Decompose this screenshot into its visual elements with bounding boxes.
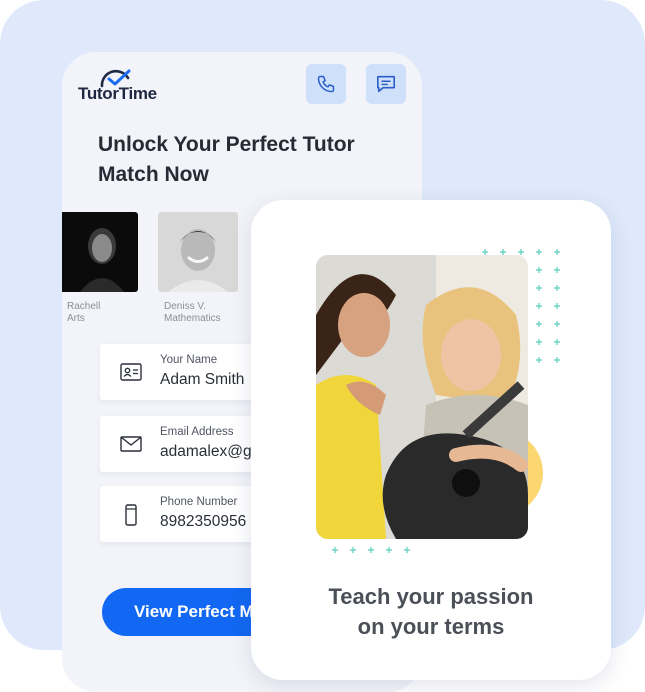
email-label: Email Address — [160, 426, 234, 438]
name-label: Your Name — [160, 354, 218, 366]
name-value[interactable]: Adam Smith — [160, 371, 244, 389]
call-button[interactable] — [306, 64, 346, 104]
plus-dots-decoration — [332, 547, 410, 553]
tutor-avatar — [158, 212, 238, 292]
tutor-subject: Mathematics — [164, 313, 221, 324]
mobile-icon — [125, 504, 137, 526]
email-value[interactable]: adamalex@gm — [160, 443, 264, 461]
teacher-student-photo — [316, 255, 528, 539]
logo[interactable]: TutorTime — [78, 68, 168, 104]
tutor-avatar — [62, 212, 138, 292]
tutor-card[interactable]: Rachell Arts — [62, 212, 138, 325]
tagline-line-2: on your terms — [357, 614, 505, 639]
envelope-icon — [120, 436, 142, 452]
tutor-subject: Arts — [67, 313, 85, 324]
promo-card: Teach your passion on your terms — [251, 200, 611, 680]
tutor-name: Rachell — [67, 301, 101, 312]
tagline: Teach your passion on your terms — [251, 582, 611, 642]
chat-button[interactable] — [366, 64, 406, 104]
phone-icon — [317, 75, 335, 93]
logo-text: TutorTime — [78, 84, 157, 103]
chat-icon — [377, 75, 395, 93]
tutor-name: Deniss V. — [164, 301, 206, 312]
id-card-icon — [120, 363, 142, 381]
page-title: Unlock Your Perfect Tutor Match Now — [98, 133, 355, 186]
tutor-card[interactable]: Deniss V. Mathematics — [158, 212, 238, 325]
phone-label: Phone Number — [160, 496, 238, 508]
phone-value[interactable]: 8982350956 — [160, 513, 246, 531]
tagline-line-1: Teach your passion — [328, 584, 534, 609]
